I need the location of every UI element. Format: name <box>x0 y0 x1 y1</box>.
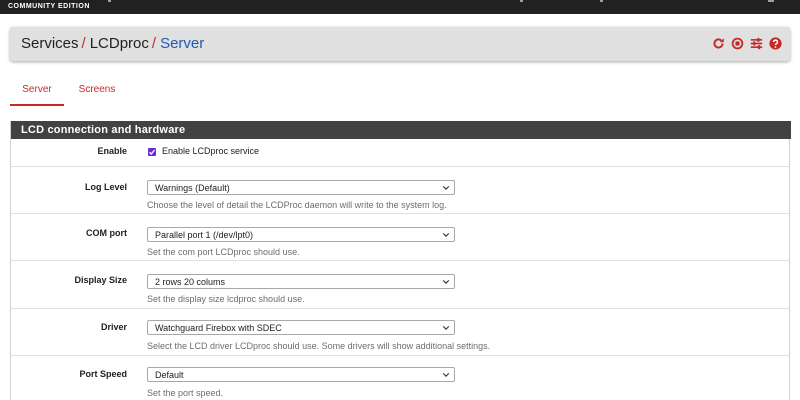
com-port-select[interactable]: Parallel port 1 (/dev/lpt0) <box>147 227 455 242</box>
log-level-label: Log Level <box>84 182 127 192</box>
chevron-down-icon <box>442 373 450 377</box>
port-speed-label: Port Speed <box>79 369 127 379</box>
navbar-item-fragment[interactable] <box>600 0 603 2</box>
form-row-port-speed: Port Speed Default Set the port speed. <box>11 357 789 400</box>
driver-value: Watchguard Firebox with SDEC <box>155 323 282 333</box>
form-row-display-size: Display Size 2 rows 20 colums Set the di… <box>11 262 789 309</box>
port-speed-help: Set the port speed. <box>147 388 224 398</box>
breadcrumb-lcdproc[interactable]: LCDproc <box>90 35 149 52</box>
chevron-down-icon <box>442 280 450 284</box>
panel-title: LCD connection and hardware <box>21 124 186 136</box>
log-level-help: Choose the level of detail the LCDProc d… <box>147 200 447 210</box>
header-actions <box>712 37 782 50</box>
breadcrumb: Services / LCDproc / Server <box>21 35 204 53</box>
enable-checkbox[interactable] <box>148 148 156 156</box>
tab-server[interactable]: Server <box>10 78 64 106</box>
help-icon[interactable] <box>769 37 782 50</box>
driver-label: Driver <box>100 322 127 332</box>
port-speed-value: Default <box>155 370 184 380</box>
chevron-down-icon <box>442 326 450 330</box>
navbar-item-fragment[interactable] <box>768 0 774 2</box>
com-port-help: Set the com port LCDproc should use. <box>147 247 300 257</box>
form-row-enable: Enable Enable LCDproc service <box>11 139 789 167</box>
navbar-item-fragment[interactable] <box>108 0 111 2</box>
chevron-down-icon <box>442 186 450 190</box>
page-header: Services / LCDproc / Server <box>10 27 790 61</box>
navbar-item-fragment[interactable] <box>520 0 523 2</box>
port-speed-select[interactable]: Default <box>147 367 455 382</box>
log-level-value: Warnings (Default) <box>155 183 230 193</box>
settings-sliders-icon[interactable] <box>750 37 763 50</box>
chevron-down-icon <box>442 233 450 237</box>
display-size-label: Display Size <box>74 275 127 285</box>
breadcrumb-separator: / <box>81 35 86 52</box>
panel-header: LCD connection and hardware <box>11 121 791 139</box>
refresh-icon[interactable] <box>712 37 725 50</box>
log-level-select[interactable]: Warnings (Default) <box>147 180 455 195</box>
enable-checkbox-label[interactable]: Enable LCDproc service <box>162 146 259 157</box>
display-size-select[interactable]: 2 rows 20 colums <box>147 274 455 289</box>
display-size-help: Set the display size lcdproc should use. <box>147 294 305 304</box>
top-navbar: COMMUNITY EDITION <box>0 0 800 14</box>
breadcrumb-services[interactable]: Services <box>21 35 79 52</box>
breadcrumb-separator: / <box>151 35 157 52</box>
com-port-label: COM port <box>86 228 127 238</box>
driver-select[interactable]: Watchguard Firebox with SDEC <box>147 320 455 335</box>
edition-label: COMMUNITY EDITION <box>8 3 90 10</box>
tab-screens[interactable]: Screens <box>72 78 122 106</box>
driver-help: Select the LCD driver LCDproc should use… <box>147 341 491 351</box>
stop-icon[interactable] <box>731 37 744 50</box>
display-size-value: 2 rows 20 colums <box>155 277 226 287</box>
breadcrumb-server[interactable]: Server <box>160 35 204 52</box>
form-row-log-level: Log Level Warnings (Default) Choose the … <box>11 168 789 214</box>
form-row-com-port: COM port Parallel port 1 (/dev/lpt0) Set… <box>11 215 789 261</box>
com-port-value: Parallel port 1 (/dev/lpt0) <box>155 230 254 240</box>
checkmark-icon <box>149 149 156 155</box>
lcd-connection-panel: LCD connection and hardware Enable Enabl… <box>10 121 791 400</box>
form-row-driver: Driver Watchguard Firebox with SDEC Sele… <box>11 310 789 356</box>
enable-label: Enable <box>97 146 127 156</box>
